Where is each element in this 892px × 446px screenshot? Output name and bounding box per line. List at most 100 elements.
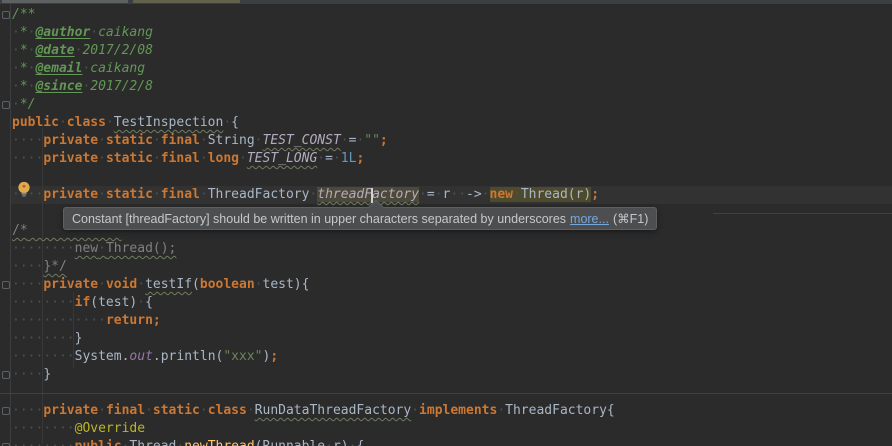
whitespace-dot: · [153, 187, 161, 202]
whitespace-dot: · [12, 25, 20, 40]
code-line[interactable]: ····private·static·final·ThreadFactory·t… [12, 186, 892, 204]
fold-marker-icon[interactable] [2, 281, 10, 289]
whitespace-dot: · [12, 79, 20, 94]
fold-marker-icon[interactable] [2, 11, 10, 19]
whitespace-dot: · [137, 277, 145, 292]
whitespace-dot: · [20, 241, 28, 256]
code-line[interactable]: ·*·@since·2017/2/8 [12, 78, 892, 96]
whitespace-dot: · [255, 277, 263, 292]
code-line[interactable]: ····}*/ [12, 258, 892, 276]
tab-indicator[interactable] [2, 0, 128, 3]
code-line[interactable]: ········public·Thread·newThread(Runnable… [12, 438, 892, 446]
code-line[interactable]: ············return; [12, 312, 892, 330]
whitespace-dot: · [12, 277, 20, 292]
whitespace-dot: · [325, 439, 333, 446]
whitespace-dot: · [435, 187, 443, 202]
whitespace-dot: · [12, 295, 20, 310]
code-line[interactable]: ·*·@date·2017/2/08 [12, 42, 892, 60]
whitespace-dot: · [51, 295, 59, 310]
whitespace-dot: · [12, 313, 20, 328]
tooltip-text: Constant [threadFactory] should be writt… [72, 212, 566, 226]
code-line[interactable]: ····private·static·final·long·TEST_LONG·… [12, 150, 892, 168]
code-line[interactable]: ········System.out.println("xxx"); [12, 348, 892, 366]
whitespace-dot: · [12, 259, 20, 274]
whitespace-dot: · [67, 295, 75, 310]
whitespace-dot: · [51, 349, 59, 364]
whitespace-dot: · [12, 61, 20, 76]
whitespace-dot: · [75, 43, 83, 58]
whitespace-dot: · [51, 421, 59, 436]
whitespace-dot: · [12, 421, 20, 436]
whitespace-dot: · [333, 151, 341, 166]
code-line[interactable]: public·class·TestInspection·{ [12, 114, 892, 132]
code-line[interactable]: ····private·final·static·class·RunDataTh… [12, 402, 892, 420]
fold-marker-icon[interactable] [2, 371, 10, 379]
whitespace-dot: · [20, 367, 28, 382]
ide-editor-window: /**·*·@author·caikang·*·@date·2017/2/08·… [0, 0, 892, 446]
whitespace-dot: · [67, 331, 75, 346]
whitespace-dot: · [20, 259, 28, 274]
code-line[interactable]: ·*·@author·caikang [12, 24, 892, 42]
intention-bulb-icon[interactable] [15, 180, 33, 198]
whitespace-dot: · [419, 187, 427, 202]
whitespace-dot: · [43, 313, 51, 328]
whitespace-dot: · [458, 187, 466, 202]
whitespace-dot: · [200, 187, 208, 202]
whitespace-dot: · [12, 151, 20, 166]
whitespace-dot: · [12, 241, 20, 256]
whitespace-dot: · [12, 367, 20, 382]
whitespace-dot: · [450, 187, 458, 202]
whitespace-dot: · [20, 151, 28, 166]
code-line[interactable]: ········if(test)·{ [12, 294, 892, 312]
whitespace-dot: · [12, 97, 20, 112]
whitespace-dot: · [317, 151, 325, 166]
whitespace-dot: · [153, 133, 161, 148]
whitespace-dot: · [51, 313, 59, 328]
whitespace-dot: · [67, 421, 75, 436]
whitespace-dot: · [98, 313, 106, 328]
tab-indicator[interactable] [133, 0, 240, 3]
whitespace-dot: · [59, 115, 67, 130]
code-line[interactable]: ····private·static·final·String·TEST_CON… [12, 132, 892, 150]
whitespace-dot: · [137, 295, 145, 310]
whitespace-dot: · [98, 187, 106, 202]
fold-marker-icon[interactable] [2, 101, 10, 109]
whitespace-dot: · [122, 439, 130, 446]
whitespace-dot: · [513, 187, 521, 202]
whitespace-dot: · [67, 313, 75, 328]
code-line[interactable] [12, 168, 892, 186]
whitespace-dot: · [255, 133, 263, 148]
code-line[interactable]: ········new·Thread(); [12, 240, 892, 258]
whitespace-dot: · [12, 439, 20, 446]
code-line[interactable]: ········} [12, 330, 892, 348]
whitespace-dot: · [67, 349, 75, 364]
method-separator [713, 213, 892, 214]
whitespace-dot: · [411, 403, 419, 418]
whitespace-dot: · [98, 277, 106, 292]
code-line[interactable]: ····private·void·testIf(boolean·test){ [12, 276, 892, 294]
whitespace-dot: · [20, 439, 28, 446]
code-line[interactable]: ········@Override [12, 420, 892, 438]
whitespace-dot: · [59, 421, 67, 436]
whitespace-dot: · [59, 313, 67, 328]
whitespace-dot: · [43, 241, 51, 256]
whitespace-dot: · [239, 151, 247, 166]
code-line[interactable]: ·*·@email·caikang [12, 60, 892, 78]
whitespace-dot: · [82, 79, 90, 94]
whitespace-dot: · [341, 133, 349, 148]
inspection-tooltip: Constant [threadFactory] should be writt… [63, 207, 657, 230]
method-separator [0, 393, 892, 394]
whitespace-dot: · [482, 187, 490, 202]
whitespace-dot: · [51, 331, 59, 346]
code-line[interactable]: ·*/ [12, 96, 892, 114]
whitespace-dot: · [98, 133, 106, 148]
whitespace-dot: · [98, 151, 106, 166]
more-link[interactable]: more... [570, 212, 609, 226]
whitespace-dot: · [349, 439, 357, 446]
code-line[interactable]: ····} [12, 366, 892, 384]
code-line[interactable]: /** [12, 6, 892, 24]
fold-marker-icon[interactable] [2, 407, 10, 415]
whitespace-dot: · [497, 403, 505, 418]
whitespace-dot: · [43, 349, 51, 364]
whitespace-dot: · [12, 331, 20, 346]
